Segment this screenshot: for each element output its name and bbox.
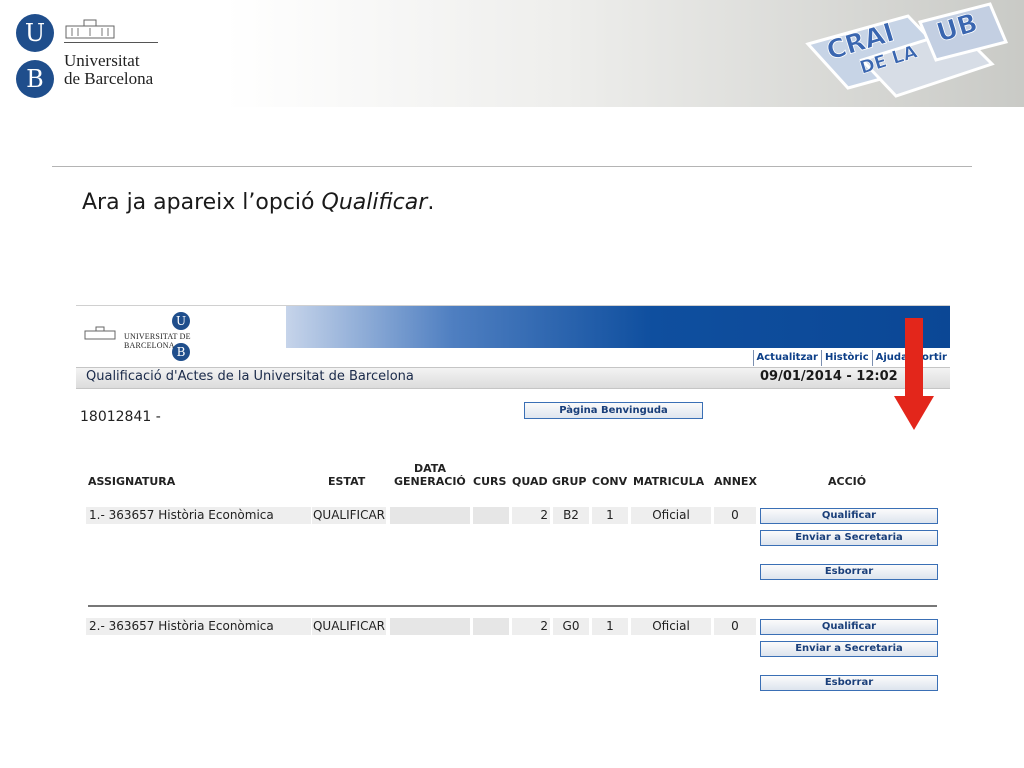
col-data-line1: DATA <box>414 462 446 475</box>
ub-logo: U B Universitat de Barcelona <box>14 12 164 100</box>
app-logo: U UNIVERSITAT DE BARCELONA B <box>76 306 240 366</box>
ub-logo-rule <box>64 42 158 43</box>
user-code: 18012841 - <box>80 409 161 425</box>
row1-quad: 2 <box>512 507 550 524</box>
col-data-line2: GENERACIÓ <box>394 475 466 488</box>
col-conv: CONV <box>592 475 628 488</box>
welcome-page-button[interactable]: Pàgina Benvinguda <box>524 402 703 419</box>
col-curs: CURS <box>473 475 507 488</box>
col-grup: GRUP <box>552 475 587 488</box>
page-title: Qualificació d'Actes de la Universitat d… <box>86 369 414 384</box>
row1-data-generacio <box>390 507 470 524</box>
building-icon <box>84 326 116 340</box>
col-accio: ACCIÓ <box>828 475 867 488</box>
row-separator <box>88 605 937 607</box>
app-screenshot: U UNIVERSITAT DE BARCELONA B Actualitzar… <box>76 305 950 705</box>
crai-logo: CRAI DE LA UB <box>805 2 1009 98</box>
caption-suffix: . <box>427 190 435 215</box>
enviar-secretaria-button[interactable]: Enviar a Secretaria <box>760 641 938 657</box>
col-assignatura: ASSIGNATURA <box>88 475 176 488</box>
col-estat: ESTAT <box>328 475 366 488</box>
banner-background <box>286 306 950 348</box>
col-quad: QUAD <box>512 475 548 488</box>
qualificar-button[interactable]: Qualificar <box>760 619 938 635</box>
row2-matricula: Oficial <box>631 618 711 635</box>
row1-grup: B2 <box>553 507 589 524</box>
row2-curs <box>473 618 509 635</box>
esborrar-button[interactable]: Esborrar <box>760 675 938 691</box>
slide-caption: Ara ja apareix l’opció Qualificar. <box>82 190 434 215</box>
row2-estat: QUALIFICAR <box>312 618 386 635</box>
row2-grup: G0 <box>553 618 589 635</box>
university-name-line2: de Barcelona <box>64 69 154 88</box>
caption-prefix: Ara ja apareix l’opció <box>82 190 322 215</box>
slide-header: U B Universitat de Barcelona CRAI DE LA … <box>0 0 1024 107</box>
link-actualitzar[interactable]: Actualitzar <box>752 350 821 366</box>
col-annex: ANNEX <box>714 475 757 488</box>
app-banner: U UNIVERSITAT DE BARCELONA B Actualitzar… <box>76 305 950 368</box>
slide-divider <box>52 166 972 167</box>
esborrar-button[interactable]: Esborrar <box>760 564 938 580</box>
caption-emphasis: Qualificar <box>321 190 428 215</box>
ub-logo-u: U <box>16 14 54 52</box>
row2-conv: 1 <box>592 618 628 635</box>
row1-curs <box>473 507 509 524</box>
row1-matricula: Oficial <box>631 507 711 524</box>
ub-logo-b: B <box>16 60 54 98</box>
qualificar-button[interactable]: Qualificar <box>760 508 938 524</box>
app-logo-b: B <box>172 343 190 361</box>
university-name: Universitat de Barcelona <box>64 52 153 88</box>
date-time: 09/01/2014 - 12:02 <box>760 369 898 384</box>
app-logo-u: U <box>172 312 190 330</box>
row1-conv: 1 <box>592 507 628 524</box>
link-historic[interactable]: Històric <box>820 350 872 366</box>
enviar-secretaria-button[interactable]: Enviar a Secretaria <box>760 530 938 546</box>
row1-estat: QUALIFICAR <box>312 507 386 524</box>
row1-annex: 0 <box>714 507 756 524</box>
row2-annex: 0 <box>714 618 756 635</box>
red-down-arrow-icon <box>894 318 934 430</box>
row2-quad: 2 <box>512 618 550 635</box>
university-name-line1: Universitat <box>64 51 140 70</box>
app-title-bar: Qualificació d'Actes de la Universitat d… <box>76 367 950 389</box>
building-icon <box>65 19 115 39</box>
col-matricula: MATRICULA <box>633 475 705 488</box>
row1-assignatura: 1.- 363657 Història Econòmica <box>86 507 311 524</box>
row2-assignatura: 2.- 363657 Història Econòmica <box>86 618 311 635</box>
row2-data-generacio <box>390 618 470 635</box>
